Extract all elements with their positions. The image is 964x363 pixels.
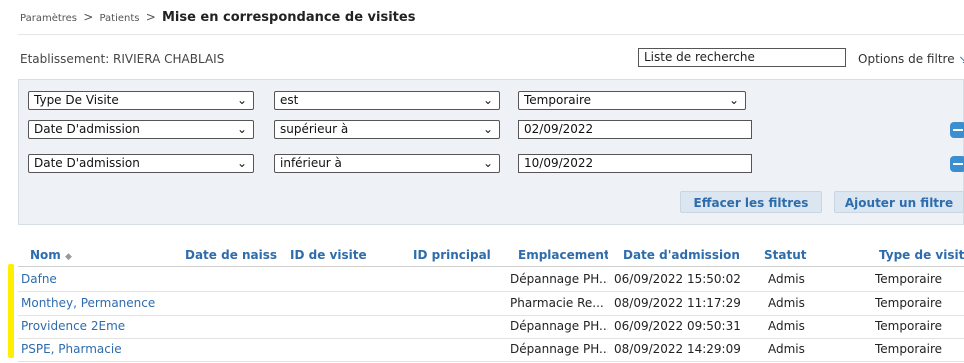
filter-2-field-value: Date D'admission bbox=[34, 122, 140, 136]
remove-filter-2-icon[interactable] bbox=[950, 122, 964, 138]
location-cell: Dépannage PH... bbox=[510, 319, 608, 333]
add-filter-button[interactable]: Ajouter un filtre bbox=[834, 191, 964, 213]
column-statut[interactable]: Statut bbox=[764, 248, 834, 262]
breadcrumb-patients[interactable]: Patients bbox=[99, 13, 139, 24]
search-list-value: Liste de recherche bbox=[644, 50, 755, 64]
admission-date-cell: 08/09/2022 11:17:29 bbox=[614, 296, 741, 310]
breadcrumb-separator: > bbox=[83, 10, 94, 24]
filter-3-field-select[interactable]: Date D'admission ⌄ bbox=[28, 154, 254, 173]
visit-type-cell: Temporaire bbox=[875, 342, 942, 356]
filter-2-value: 02/09/2022 bbox=[524, 122, 594, 136]
establishment-label: Etablissement: RIVIERA CHABLAIS bbox=[20, 52, 225, 66]
filter-1-field-select[interactable]: Type De Visite ⌄ bbox=[28, 91, 254, 110]
patient-name-link[interactable]: Dafne bbox=[21, 272, 57, 286]
filter-3-operator-value: inférieur à bbox=[280, 156, 342, 170]
column-date-naissance[interactable]: Date de naissance bbox=[185, 248, 277, 262]
visit-type-cell: Temporaire bbox=[875, 319, 942, 333]
chevron-down-icon: ⌄ bbox=[728, 93, 739, 107]
column-id-visite[interactable]: ID de visite bbox=[290, 248, 400, 262]
breadcrumb-separator: > bbox=[145, 10, 156, 24]
filter-3-operator-select[interactable]: inférieur à ⌄ bbox=[274, 154, 500, 173]
filter-3-field-value: Date D'admission bbox=[34, 156, 140, 170]
filter-1-value-select[interactable]: Temporaire ⌄ bbox=[518, 91, 746, 110]
filter-2-operator-select[interactable]: supérieur à ⌄ bbox=[274, 120, 500, 139]
column-date-admission[interactable]: Date d'admission bbox=[623, 248, 763, 262]
clear-filters-button[interactable]: Effacer les filtres bbox=[680, 191, 822, 213]
filter-options-label: Options de filtre bbox=[858, 52, 955, 66]
patient-name-link[interactable]: Monthey, Permanence bbox=[21, 296, 155, 310]
visit-type-cell: Temporaire bbox=[875, 296, 942, 310]
highlight-mark bbox=[8, 264, 14, 358]
filter-1-operator-select[interactable]: est ⌄ bbox=[274, 91, 500, 110]
remove-filter-3-icon[interactable] bbox=[950, 156, 964, 172]
filter-3-value: 10/09/2022 bbox=[524, 156, 594, 170]
filter-icon: ↘ bbox=[958, 53, 964, 66]
page-title: Mise en correspondance de visites bbox=[161, 10, 416, 25]
chevron-down-icon: ⌄ bbox=[482, 122, 493, 136]
search-list-input[interactable]: Liste de recherche bbox=[638, 48, 846, 67]
filter-1-operator-value: est bbox=[280, 93, 299, 107]
filter-options-link[interactable]: Options de filtre ↘ bbox=[858, 52, 964, 66]
filter-3-value-input[interactable]: 10/09/2022 bbox=[518, 154, 752, 173]
table-row[interactable]: Monthey, Permanence Pharmacie Re... 08/0… bbox=[18, 292, 964, 316]
column-nom-label: Nom bbox=[30, 248, 61, 262]
chevron-down-icon: ⌄ bbox=[236, 156, 247, 170]
patient-name-link[interactable]: Providence 2Eme bbox=[21, 319, 125, 333]
status-cell: Admis bbox=[768, 342, 805, 356]
admission-date-cell: 06/09/2022 09:50:31 bbox=[614, 319, 741, 333]
admission-date-cell: 06/09/2022 15:50:02 bbox=[614, 272, 741, 286]
table-row[interactable]: Providence 2Eme Dépannage PH... 06/09/20… bbox=[18, 315, 964, 339]
admission-date-cell: 08/09/2022 14:29:09 bbox=[614, 342, 741, 356]
breadcrumb: Paramètres > Patients > Mise en correspo… bbox=[20, 10, 415, 25]
filter-2-field-select[interactable]: Date D'admission ⌄ bbox=[28, 120, 254, 139]
header-divider bbox=[18, 34, 964, 35]
chevron-down-icon: ⌄ bbox=[236, 93, 247, 107]
column-type-visite[interactable]: Type de visite bbox=[879, 248, 964, 262]
column-nom[interactable]: Nom ◆ bbox=[30, 248, 180, 262]
status-cell: Admis bbox=[768, 272, 805, 286]
status-cell: Admis bbox=[768, 296, 805, 310]
table-header: Nom ◆ Date de naissance ID de visite ID … bbox=[18, 244, 964, 267]
sort-icon: ◆ bbox=[64, 252, 72, 262]
table-row[interactable]: PSPE, Pharmacie Dépannage PH... 08/09/20… bbox=[18, 338, 964, 362]
visit-type-cell: Temporaire bbox=[875, 272, 942, 286]
chevron-down-icon: ⌄ bbox=[482, 156, 493, 170]
filter-2-value-input[interactable]: 02/09/2022 bbox=[518, 120, 752, 139]
status-cell: Admis bbox=[768, 319, 805, 333]
filter-1-field-value: Type De Visite bbox=[34, 93, 119, 107]
breadcrumb-parametres[interactable]: Paramètres bbox=[20, 13, 77, 24]
filter-2-operator-value: supérieur à bbox=[280, 122, 349, 136]
column-emplacement[interactable]: Emplacement bbox=[518, 248, 608, 262]
column-id-principal[interactable]: ID principal bbox=[413, 248, 513, 262]
patient-name-link[interactable]: PSPE, Pharmacie bbox=[21, 342, 122, 356]
chevron-down-icon: ⌄ bbox=[482, 93, 493, 107]
table-row[interactable]: Dafne Dépannage PH... 06/09/2022 15:50:0… bbox=[18, 268, 964, 292]
location-cell: Dépannage PH... bbox=[510, 342, 608, 356]
chevron-down-icon: ⌄ bbox=[236, 122, 247, 136]
location-cell: Dépannage PH... bbox=[510, 272, 608, 286]
filter-1-value: Temporaire bbox=[524, 93, 591, 107]
location-cell: Pharmacie Re... bbox=[510, 296, 604, 310]
